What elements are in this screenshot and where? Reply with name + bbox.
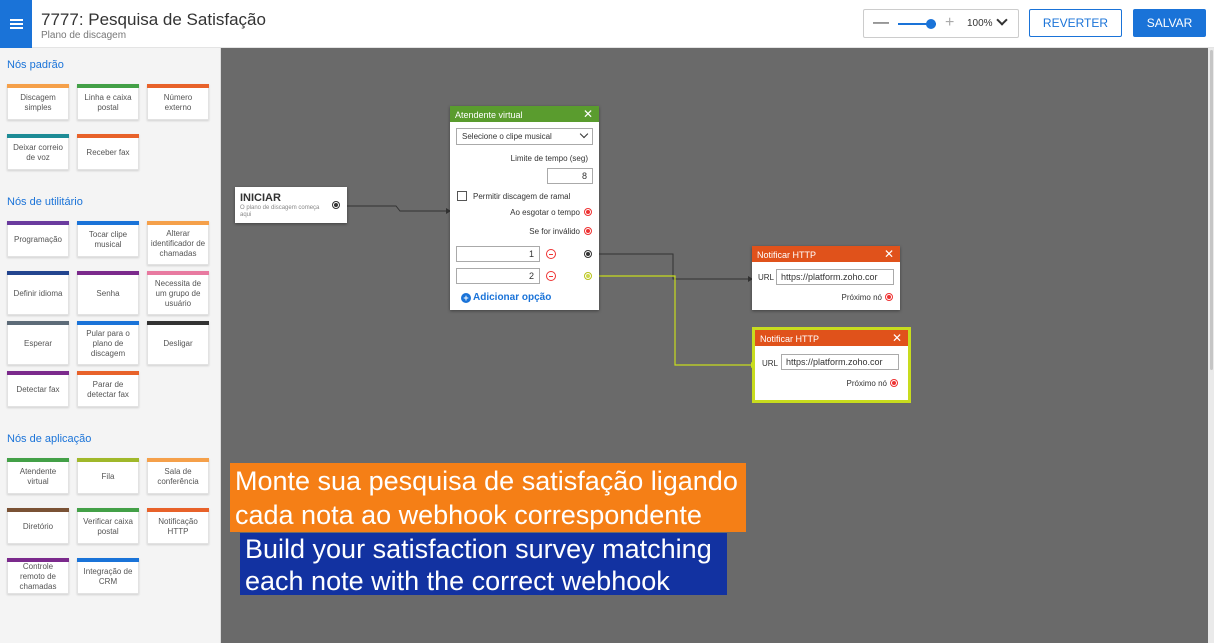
close-icon[interactable]: ✕ <box>583 107 593 121</box>
next-node-output-port[interactable] <box>890 379 898 387</box>
timeout-output-port[interactable] <box>584 208 592 216</box>
timeout-label: Ao esgotar o tempo <box>510 208 580 217</box>
notify-http-title: Notificar HTTP <box>757 250 817 260</box>
start-node-title: INICIAR <box>240 192 281 204</box>
chevron-down-icon <box>579 129 589 139</box>
caption-pt-line-1: Monte sua pesquisa de satisfação ligando <box>235 466 738 496</box>
add-option-button[interactable]: + Adicionar opção <box>461 292 551 303</box>
connection-start-to-attendant <box>340 205 450 212</box>
next-node-label: Próximo nó <box>846 379 887 388</box>
virtual-attendant-header: Atendente virtual ✕ <box>450 106 599 122</box>
url-input[interactable]: https://platform.zoho.cor <box>781 354 899 370</box>
start-node-output-port[interactable] <box>332 201 340 209</box>
virtual-attendant-node[interactable]: Atendente virtual ✕ Selecione o clipe mu… <box>450 106 599 310</box>
url-label: URL <box>762 359 779 368</box>
flow-editor: 7777: Pesquisa de Satisfação Plano de di… <box>0 0 1214 643</box>
caption-portuguese: Monte sua pesquisa de satisfação ligando… <box>230 463 746 532</box>
notify-http-node-2[interactable]: Notificar HTTP ✕ URL https://platform.zo… <box>752 327 911 403</box>
invalid-label: Se for inválido <box>529 227 580 236</box>
caption-pt-line-2: cada nota ao webhook correspondente <box>235 500 702 530</box>
close-icon[interactable]: ✕ <box>892 331 902 345</box>
caption-en-line-1: Build your satisfaction survey matching <box>245 534 712 564</box>
url-input[interactable]: https://platform.zoho.cor <box>776 269 894 285</box>
music-clip-select-value: Selecione o clipe musical <box>462 132 552 141</box>
virtual-attendant-title: Atendente virtual <box>455 110 523 120</box>
caption-english: Build your satisfaction survey matching … <box>240 533 727 596</box>
notify-http-header: Notificar HTTP ✕ <box>752 246 900 262</box>
start-node[interactable]: INICIAR O plano de discagem começa aqui <box>235 187 347 223</box>
option-1-output-port[interactable] <box>584 250 592 258</box>
allow-extension-checkbox[interactable] <box>457 191 467 201</box>
add-option-label: Adicionar opção <box>473 292 552 303</box>
option-1-input[interactable]: 1 <box>456 246 540 262</box>
time-limit-label: Limite de tempo (seg) <box>510 154 588 163</box>
next-node-output-port[interactable] <box>885 293 893 301</box>
allow-extension-label: Permitir discagem de ramal <box>473 192 571 201</box>
url-label: URL <box>758 273 775 282</box>
music-clip-select[interactable]: Selecione o clipe musical <box>456 128 593 145</box>
close-icon[interactable]: ✕ <box>884 247 894 261</box>
next-node-label: Próximo nó <box>841 293 882 302</box>
option-2-input[interactable]: 2 <box>456 268 540 284</box>
connection-option1-to-http1 <box>592 253 752 280</box>
caption-en-line-2: each note with the correct webhook <box>245 566 670 596</box>
remove-option-1-icon[interactable] <box>546 249 556 259</box>
notify-http-header: Notificar HTTP ✕ <box>755 330 908 346</box>
notify-http-node-1[interactable]: Notificar HTTP ✕ URL https://platform.zo… <box>752 246 900 310</box>
plus-circle-icon: + <box>461 293 471 303</box>
start-node-description: O plano de discagem começa aqui <box>240 205 320 218</box>
notify-http-title: Notificar HTTP <box>760 334 820 344</box>
remove-option-2-icon[interactable] <box>546 271 556 281</box>
time-limit-input[interactable]: 8 <box>547 168 593 184</box>
option-2-output-port[interactable] <box>584 272 592 280</box>
invalid-output-port[interactable] <box>584 227 592 235</box>
connection-option2-to-http2 <box>592 275 755 366</box>
